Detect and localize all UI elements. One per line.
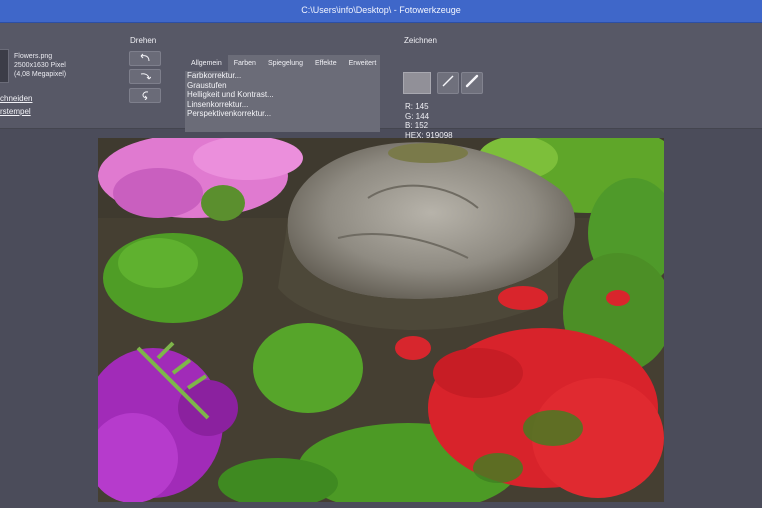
rotate-left-button[interactable] (129, 51, 161, 66)
rotate-right-icon (139, 68, 152, 86)
menu-item-helligkeit[interactable]: Helligkeit und Kontrast... (187, 90, 382, 100)
line-icon (441, 74, 455, 93)
tab-erweitert[interactable]: Erweitert (343, 55, 383, 71)
file-info: Flowers.png 2500x1630 Pixel (4,08 Megapi… (14, 52, 66, 79)
color-swatch[interactable] (403, 72, 431, 94)
ribbon-toolbar: Flowers.png 2500x1630 Pixel (4,08 Megapi… (0, 23, 762, 140)
menu-item-linsenkorrektur[interactable]: Linsenkorrektur... (187, 100, 382, 110)
file-dimensions: 2500x1630 Pixel (14, 62, 66, 69)
color-values: R: 145 G: 144 B: 152 HEX: 919098 (405, 102, 453, 140)
draw-group-label: Zeichnen (404, 36, 437, 45)
rotate-180-button[interactable] (129, 88, 161, 103)
tab-spiegelung[interactable]: Spiegelung (262, 55, 309, 71)
adjust-list: Farbkorrektur... Graustufen Helligkeit u… (185, 71, 382, 132)
file-thumbnail (0, 49, 9, 83)
adjust-tabs: Allgemein Farben Spiegelung Effekte Erwe… (185, 55, 382, 71)
garden-photo (98, 138, 664, 502)
color-b: B: 152 (405, 121, 429, 130)
tab-allgemein[interactable]: Allgemein (185, 55, 228, 71)
adjust-panel: Allgemein Farben Spiegelung Effekte Erwe… (185, 55, 380, 132)
menu-item-farbkorrektur[interactable]: Farbkorrektur... (187, 71, 382, 81)
rotate-left-icon (139, 50, 151, 68)
line-tool-button[interactable] (437, 72, 459, 94)
tab-farben[interactable]: Farben (228, 55, 262, 71)
rotate-right-button[interactable] (129, 69, 161, 84)
image-canvas[interactable] (98, 138, 664, 502)
window-title: C:\Users\info\Desktop\ - Fotowerkzeuge (301, 5, 461, 15)
file-megapixel: (4,08 Megapixel) (14, 71, 67, 78)
pen-icon (465, 74, 479, 93)
color-r: R: 145 (405, 102, 429, 111)
color-g: G: 144 (405, 111, 430, 121)
pen-tool-button[interactable] (461, 72, 483, 94)
rotate-group-label: Drehen (130, 36, 157, 45)
menu-item-graustufen[interactable]: Graustufen (187, 81, 382, 91)
file-name: Flowers.png (14, 53, 53, 60)
crop-link[interactable]: chneiden (0, 94, 32, 103)
tab-effekte[interactable]: Effekte (309, 55, 343, 71)
menu-item-perspektive[interactable]: Perspektivenkorrektur... (187, 109, 382, 119)
title-bar: C:\Users\info\Desktop\ - Fotowerkzeuge (0, 0, 762, 23)
rotate-180-icon (139, 87, 151, 105)
stamp-link[interactable]: rstempel (0, 107, 31, 116)
